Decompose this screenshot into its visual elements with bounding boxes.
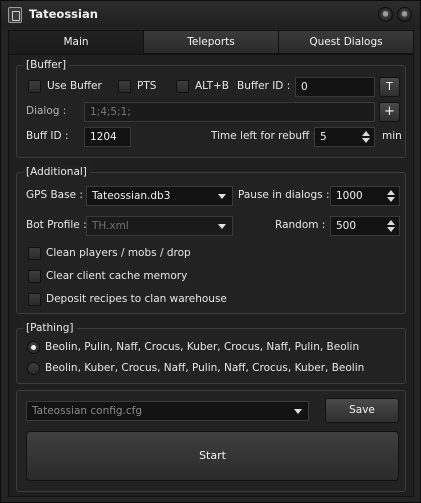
config-value: Tateossian config.cfg bbox=[32, 405, 142, 417]
time-left-stepper[interactable]: 5 bbox=[314, 127, 375, 147]
dialog-label: Dialog : bbox=[26, 105, 67, 117]
window-title: Tateossian bbox=[29, 7, 98, 21]
pause-dialogs-value: 1000 bbox=[336, 190, 363, 202]
spin-arrows-icon[interactable] bbox=[385, 219, 397, 233]
buffer-id-input[interactable]: 0 bbox=[295, 77, 375, 97]
pts-label: PTS bbox=[137, 80, 157, 92]
chevron-down-icon bbox=[218, 194, 226, 199]
save-button[interactable]: Save bbox=[325, 398, 399, 423]
t-button[interactable]: T bbox=[379, 77, 400, 97]
app-logo-icon bbox=[8, 7, 22, 23]
time-left-value: 5 bbox=[320, 131, 327, 143]
spin-arrows-icon[interactable] bbox=[360, 130, 372, 144]
pause-dialogs-stepper[interactable]: 1000 bbox=[330, 186, 400, 206]
pause-dialogs-label: Pause in dialogs : bbox=[238, 189, 330, 201]
time-unit-label: min bbox=[382, 130, 402, 142]
bot-profile-label: Bot Profile : bbox=[26, 219, 87, 231]
pathing-group: [Pathing] Beolin, Pulin, Naff, Crocus, K… bbox=[16, 322, 406, 384]
tab-main[interactable]: Main bbox=[8, 30, 144, 54]
buffer-id-label: Buffer ID : bbox=[237, 80, 291, 92]
additional-group-legend: [Additional] bbox=[23, 166, 90, 179]
tab-bar: Main Teleports Quest Dialogs bbox=[8, 30, 414, 54]
clear-cache-label: Clear client cache memory bbox=[46, 270, 188, 282]
pts-checkbox[interactable] bbox=[118, 80, 131, 93]
tab-quest-dialogs[interactable]: Quest Dialogs bbox=[279, 30, 414, 54]
buff-id-input[interactable]: 1204 bbox=[84, 127, 131, 147]
random-label: Random : bbox=[275, 219, 326, 231]
bot-profile-value: TH.xml bbox=[92, 220, 129, 232]
config-select[interactable]: Tateossian config.cfg bbox=[26, 401, 309, 421]
dialog-input[interactable]: 1;4;5;1; bbox=[84, 102, 375, 122]
minimize-button[interactable] bbox=[378, 7, 393, 22]
use-buffer-checkbox[interactable] bbox=[28, 80, 41, 93]
deposit-recipes-checkbox[interactable] bbox=[28, 293, 41, 306]
pathing-route-2-radio[interactable] bbox=[27, 362, 40, 375]
deposit-recipes-label: Deposit recipes to clan warehouse bbox=[46, 293, 227, 305]
additional-group: [Additional] GPS Base : Tateossian.db3 P… bbox=[16, 166, 406, 314]
pathing-route-1-label: Beolin, Pulin, Naff, Crocus, Kuber, Croc… bbox=[45, 341, 360, 353]
pathing-group-legend: [Pathing] bbox=[23, 322, 77, 335]
random-stepper[interactable]: 500 bbox=[330, 216, 400, 236]
pathing-route-2-label: Beolin, Kuber, Crocus, Naff, Pulin, Naff… bbox=[45, 362, 365, 374]
footer-group: Tateossian config.cfg Save Start bbox=[16, 390, 406, 492]
spin-arrows-icon[interactable] bbox=[385, 189, 397, 203]
clear-cache-checkbox[interactable] bbox=[28, 270, 41, 283]
buffer-group-legend: [Buffer] bbox=[23, 59, 70, 72]
title-bar[interactable]: Tateossian bbox=[1, 1, 420, 29]
alt-b-checkbox[interactable] bbox=[176, 80, 189, 93]
buffer-group: [Buffer] Use Buffer PTS ALT+B Buffer ID … bbox=[16, 59, 406, 158]
chevron-down-icon bbox=[294, 409, 302, 414]
bot-profile-select[interactable]: TH.xml bbox=[86, 216, 233, 236]
random-value: 500 bbox=[336, 220, 357, 232]
chevron-down-icon bbox=[218, 224, 226, 229]
gps-base-value: Tateossian.db3 bbox=[92, 190, 171, 202]
start-button[interactable]: Start bbox=[26, 431, 399, 481]
close-button[interactable] bbox=[397, 7, 412, 22]
clean-players-label: Clean players / mobs / drop bbox=[46, 247, 191, 259]
pathing-route-1-radio[interactable] bbox=[27, 341, 40, 354]
gps-base-label: GPS Base : bbox=[26, 189, 83, 201]
app-window: Tateossian Main Teleports Quest Dialogs … bbox=[0, 0, 421, 503]
clean-players-checkbox[interactable] bbox=[28, 247, 41, 260]
buff-id-label: Buff ID : bbox=[26, 130, 69, 142]
use-buffer-label: Use Buffer bbox=[47, 80, 102, 92]
gps-base-select[interactable]: Tateossian.db3 bbox=[86, 186, 233, 206]
alt-b-label: ALT+B bbox=[195, 80, 230, 92]
main-tab-panel: [Buffer] Use Buffer PTS ALT+B Buffer ID … bbox=[8, 54, 414, 497]
time-left-label: Time left for rebuff : bbox=[211, 130, 317, 142]
add-dialog-button[interactable]: + bbox=[379, 102, 400, 122]
tab-teleports[interactable]: Teleports bbox=[144, 30, 279, 54]
